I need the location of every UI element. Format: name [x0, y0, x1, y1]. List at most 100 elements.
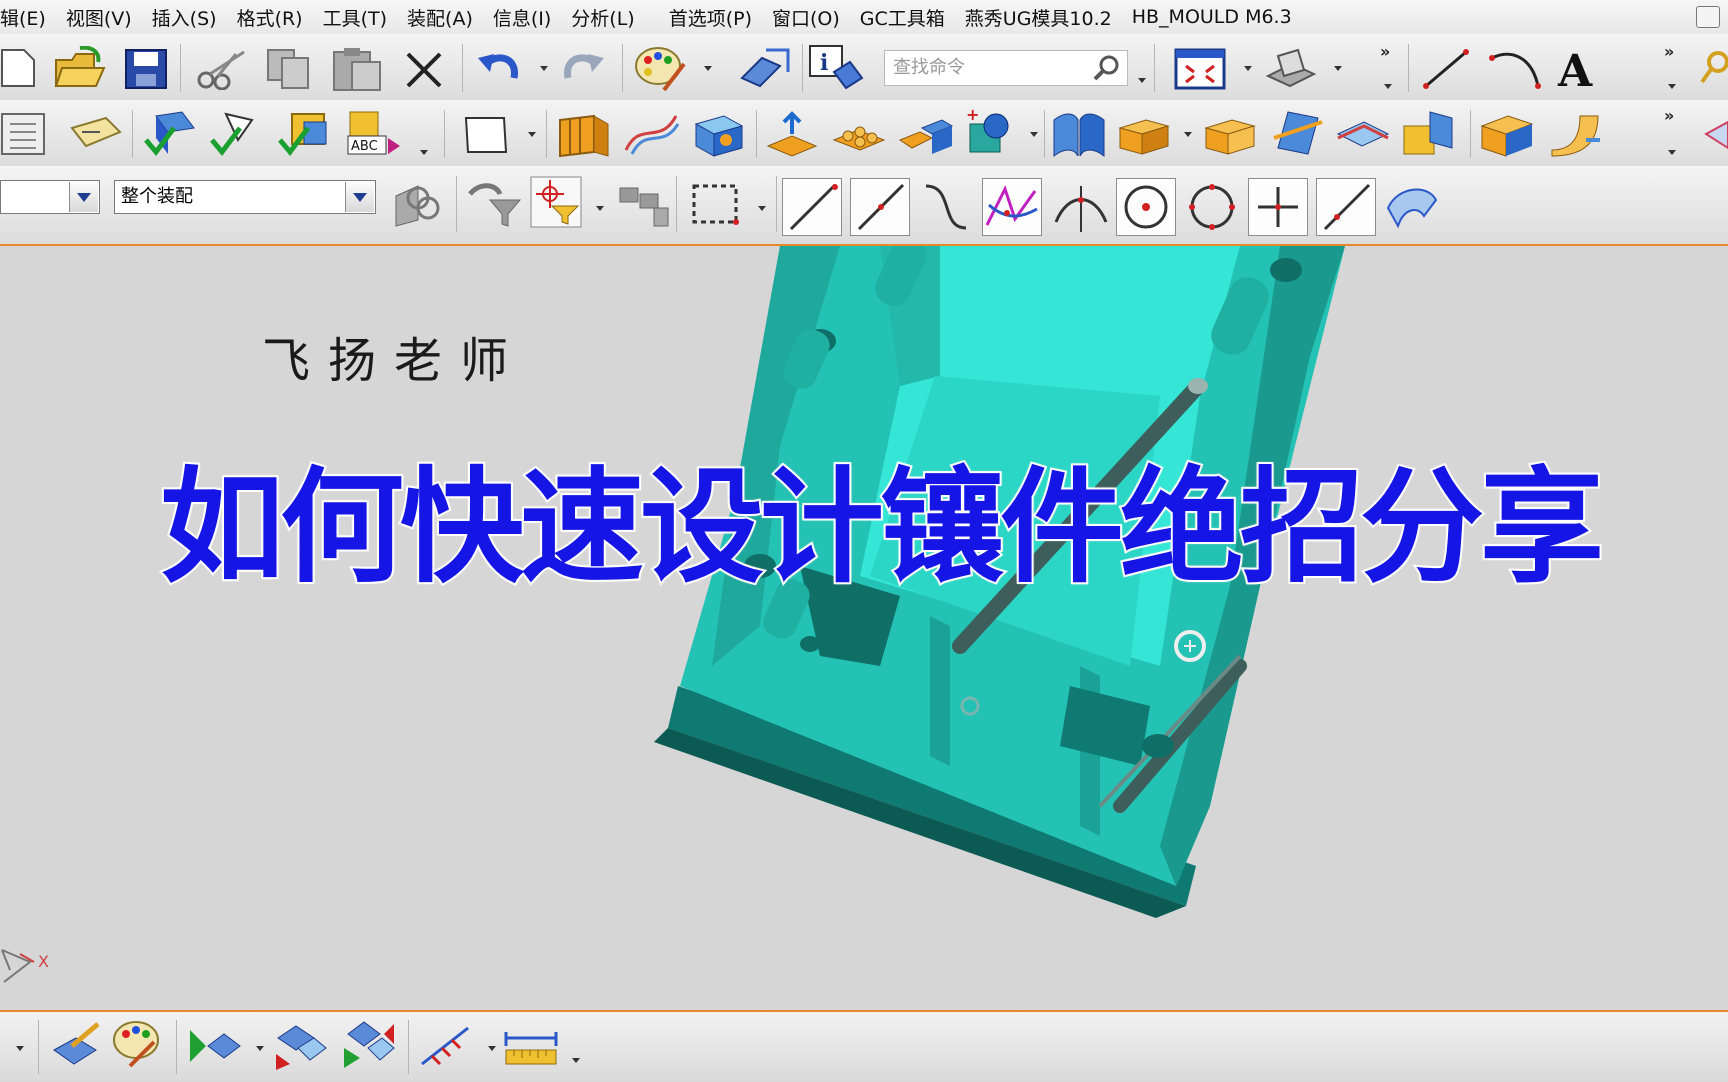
menu-yanxiu-mold[interactable]: 燕秀UG模具10.2	[965, 4, 1112, 31]
snap-quadrant-icon[interactable]	[1184, 180, 1240, 234]
new-file-icon[interactable]	[0, 48, 36, 88]
palette-icon[interactable]	[634, 44, 690, 92]
edit-object-display-icon[interactable]	[48, 1020, 104, 1072]
snap-existing-point-button[interactable]	[1248, 178, 1308, 236]
fit-view-dropdown-icon[interactable]	[1244, 66, 1252, 71]
filter-reset-icon[interactable]	[466, 178, 522, 228]
undo-icon[interactable]	[476, 48, 520, 88]
check-solid-icon[interactable]	[142, 110, 198, 158]
menu-analysis[interactable]: 分析(L)	[571, 4, 634, 31]
abc-note-icon[interactable]: ABC	[346, 108, 402, 158]
key-icon[interactable]	[1700, 48, 1728, 88]
search-icon[interactable]	[1093, 55, 1121, 93]
menu-insert[interactable]: 插入(S)	[152, 4, 217, 31]
unite-icon[interactable]	[896, 110, 954, 158]
surface-icon[interactable]	[622, 110, 680, 158]
palette-dropdown-icon[interactable]	[704, 66, 712, 71]
part-navigator-icon[interactable]	[0, 112, 46, 156]
split-body-icon[interactable]	[1334, 110, 1392, 158]
block-icon[interactable]	[690, 110, 746, 158]
overflow-dropdown-icon-2[interactable]	[1668, 84, 1676, 89]
snap-circle-center-button[interactable]	[1116, 178, 1176, 236]
selection-scope-dropdown-icon[interactable]	[345, 182, 374, 212]
hide-only-icon[interactable]	[272, 1018, 328, 1072]
offset-dropdown-icon[interactable]	[1184, 132, 1192, 137]
arc-icon[interactable]	[1488, 48, 1542, 90]
attribute-tag-icon[interactable]	[70, 116, 122, 152]
menu-gc-toolbox[interactable]: GC工具箱	[860, 4, 945, 31]
snap-arc-center-icon[interactable]	[1052, 182, 1110, 234]
menu-tools[interactable]: 工具(T)	[323, 4, 387, 31]
ruler-icon[interactable]	[502, 1026, 562, 1070]
extrude-icon[interactable]	[554, 110, 614, 158]
type-filter-dropdown-icon[interactable]	[69, 182, 98, 212]
snap-point-on-face-icon[interactable]	[1384, 182, 1440, 232]
measure-distance-icon[interactable]	[418, 1020, 476, 1072]
graphics-viewport[interactable]: 飞扬老师 如何快速设计镶件绝招分享 X	[0, 246, 1728, 1010]
overflow-dropdown-icon-3[interactable]	[1668, 150, 1676, 155]
save-icon[interactable]	[124, 48, 168, 90]
menu-information[interactable]: 信息(I)	[493, 4, 551, 31]
search-dropdown-icon[interactable]	[1138, 78, 1146, 83]
rectangle-select-icon[interactable]	[690, 182, 740, 226]
shell-icon[interactable]	[1202, 112, 1260, 156]
snap-point-on-curve-button[interactable]	[1316, 178, 1376, 236]
sketch-dropdown-icon[interactable]	[528, 132, 536, 137]
shaded-view-icon[interactable]	[1264, 46, 1318, 90]
snap-midpoint-button[interactable]	[850, 178, 910, 236]
menu-assembly[interactable]: 装配(A)	[407, 4, 473, 31]
menu-preferences[interactable]: 首选项(P)	[669, 4, 752, 31]
menu-hb-mould[interactable]: HB_MOULD M6.3	[1132, 6, 1292, 28]
menu-format[interactable]: 格式(R)	[237, 4, 303, 31]
open-folder-icon[interactable]	[54, 46, 106, 90]
toolbar-overflow-button-2[interactable]: »	[1664, 42, 1674, 61]
display-palette-icon[interactable]	[110, 1018, 166, 1070]
text-icon[interactable]: A	[1556, 48, 1606, 90]
pull-face-icon[interactable]	[764, 110, 820, 158]
type-filter-select[interactable]	[0, 180, 100, 214]
ruler-dropdown-icon[interactable]	[572, 1058, 580, 1063]
menu-view[interactable]: 视图(V)	[66, 4, 132, 31]
menu-window[interactable]: 窗口(O)	[772, 4, 840, 31]
search-command-input[interactable]: 查找命令	[884, 50, 1128, 86]
cut-icon[interactable]	[196, 48, 250, 90]
snap-endpoint-button[interactable]	[782, 178, 842, 236]
subtract-icon[interactable]: +	[962, 108, 1018, 156]
general-selection-icon[interactable]	[388, 176, 446, 228]
check-sheet-icon[interactable]	[208, 110, 264, 158]
snap-control-point-icon[interactable]	[920, 182, 970, 234]
check-body-icon[interactable]	[276, 110, 332, 158]
line-icon[interactable]	[1422, 48, 1472, 90]
show-hide-icon[interactable]	[186, 1020, 242, 1072]
overflow-dropdown-icon[interactable]	[1384, 84, 1392, 89]
draft-icon[interactable]	[1050, 110, 1108, 158]
binoculars-icon[interactable]	[616, 180, 672, 228]
show-all-icon[interactable]	[340, 1018, 396, 1072]
delete-icon[interactable]	[404, 50, 444, 90]
fit-view-icon[interactable]	[1174, 48, 1226, 90]
replace-face-icon[interactable]	[1400, 108, 1456, 158]
rectangle-select-dropdown-icon[interactable]	[758, 206, 766, 211]
boolean-dropdown-icon[interactable]	[1030, 132, 1038, 137]
toolbar-overflow-button-3[interactable]: »	[1664, 106, 1674, 125]
selection-scope-select[interactable]: 整个装配	[114, 180, 376, 214]
info-icon[interactable]: i	[808, 44, 864, 94]
offset-face-icon[interactable]	[1116, 112, 1174, 156]
snap-filter-button[interactable]	[530, 176, 582, 228]
orient-view-icon[interactable]	[736, 44, 792, 92]
measure-dropdown-icon[interactable]	[488, 1046, 496, 1051]
window-restore-button[interactable]	[1696, 6, 1720, 28]
show-hide-dropdown-icon[interactable]	[256, 1046, 264, 1051]
menu-edit[interactable]: 辑(E)	[0, 4, 46, 31]
trim-body-icon[interactable]	[1268, 108, 1324, 158]
face-blend-icon[interactable]	[1546, 110, 1604, 158]
abc-dropdown-icon[interactable]	[420, 150, 428, 155]
redo-icon[interactable]	[562, 48, 606, 88]
feature-extra-icon[interactable]	[1700, 114, 1728, 154]
snap-intersection-button[interactable]	[982, 178, 1042, 236]
shaded-dropdown-icon[interactable]	[1334, 66, 1342, 71]
toolbar-overflow-button[interactable]: »	[1380, 42, 1390, 61]
sketch-icon[interactable]	[462, 114, 510, 156]
paste-icon[interactable]	[332, 46, 382, 92]
copy-icon[interactable]	[266, 48, 312, 90]
